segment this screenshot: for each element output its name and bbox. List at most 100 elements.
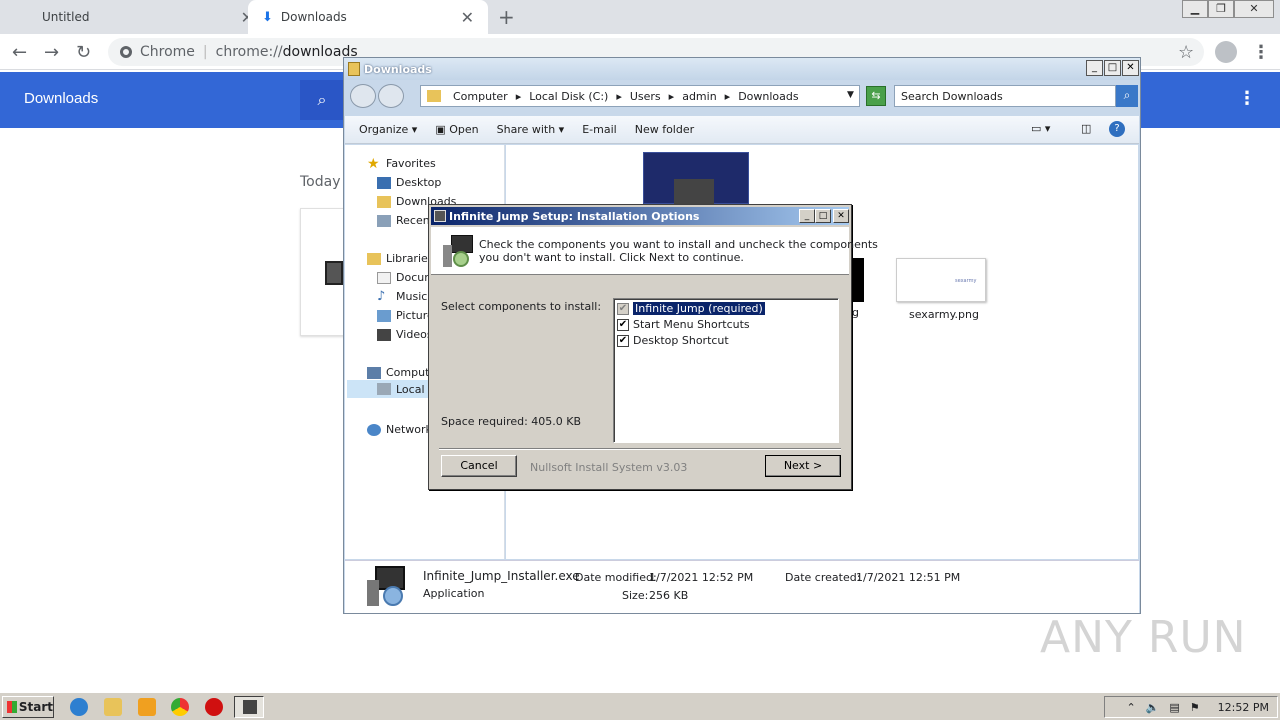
breadcrumb-downloads[interactable]: Downloads bbox=[738, 90, 798, 103]
network-tray-icon[interactable]: ▤ bbox=[1169, 701, 1179, 714]
nav-desktop[interactable]: Desktop bbox=[377, 176, 441, 189]
chevron-right-icon[interactable]: ▸ bbox=[616, 90, 622, 103]
tray-expand-icon[interactable]: ⌃ bbox=[1126, 701, 1135, 714]
address-bar[interactable]: Computer ▸ Local Disk (C:) ▸ Users ▸ adm… bbox=[420, 85, 860, 107]
search-icon[interactable]: ⌕ bbox=[300, 80, 344, 120]
installer-taskbar-button[interactable] bbox=[234, 696, 264, 718]
more-menu-icon[interactable]: ⋮ bbox=[1238, 88, 1256, 109]
checkbox-checked[interactable]: ✔ bbox=[617, 334, 629, 347]
nav-music[interactable]: ♪ Music bbox=[377, 290, 427, 304]
file-name: g bbox=[852, 306, 859, 319]
nav-videos[interactable]: Videos bbox=[377, 328, 433, 341]
close-icon[interactable]: ✕ bbox=[1122, 60, 1139, 76]
opera-icon[interactable] bbox=[205, 698, 223, 716]
refresh-icon[interactable]: ⇆ bbox=[866, 86, 886, 106]
chevron-down-icon[interactable]: ▼ bbox=[847, 90, 854, 100]
maximize-icon[interactable]: □ bbox=[815, 209, 831, 223]
chevron-right-icon[interactable]: ▸ bbox=[725, 90, 731, 103]
breadcrumb-users[interactable]: Users bbox=[630, 90, 661, 103]
component-infinite-jump[interactable]: ✔ Infinite Jump (required) bbox=[617, 302, 765, 315]
next-button[interactable]: Next > bbox=[765, 455, 841, 477]
open-button[interactable]: ▣ Open bbox=[435, 123, 478, 136]
view-options-icon[interactable]: ▭ ▾ bbox=[1031, 122, 1050, 135]
nav-network[interactable]: Network bbox=[367, 423, 432, 436]
computer-icon bbox=[367, 366, 381, 379]
share-with-button[interactable]: Share with ▾ bbox=[497, 123, 565, 136]
network-icon bbox=[367, 423, 381, 436]
checkbox-checked[interactable]: ✔ bbox=[617, 318, 629, 331]
start-button[interactable]: Start bbox=[2, 696, 54, 718]
nav-favorites[interactable]: ★ Favorites bbox=[367, 157, 436, 171]
forward-button[interactable] bbox=[378, 84, 404, 108]
dialog-instructions: Check the components you want to install… bbox=[479, 238, 878, 264]
new-tab-icon[interactable]: + bbox=[498, 5, 515, 29]
videos-icon bbox=[377, 328, 391, 341]
cancel-button[interactable]: Cancel bbox=[441, 455, 517, 477]
search-input[interactable]: Search Downloads bbox=[894, 85, 1116, 107]
space-required-text: Space required: 405.0 KB bbox=[441, 415, 582, 428]
back-icon[interactable]: ← bbox=[12, 42, 27, 63]
breadcrumb-local-disk[interactable]: Local Disk (C:) bbox=[529, 90, 608, 103]
component-start-menu-shortcuts[interactable]: ✔ Start Menu Shortcuts bbox=[617, 318, 750, 331]
help-icon[interactable]: ? bbox=[1109, 121, 1125, 137]
nav-computer[interactable]: Compute bbox=[367, 366, 436, 379]
browser-menu-icon[interactable]: ⋮ bbox=[1252, 42, 1270, 63]
minimize-icon[interactable]: ▁ bbox=[1182, 0, 1208, 18]
bookmark-star-icon[interactable]: ☆ bbox=[1178, 42, 1194, 63]
nav-documents[interactable]: Docum bbox=[377, 271, 435, 284]
file-selected-exe[interactable] bbox=[643, 152, 749, 205]
omnibox-scheme-label: Chrome bbox=[140, 44, 195, 60]
file-thumbnail-sexarmy[interactable]: sexarmy bbox=[896, 258, 986, 302]
volume-icon[interactable]: 🔈 bbox=[1146, 701, 1160, 714]
email-button[interactable]: E-mail bbox=[582, 123, 617, 136]
components-list[interactable]: ✔ Infinite Jump (required) ✔ Start Menu … bbox=[613, 298, 839, 443]
installer-icon bbox=[674, 179, 714, 205]
download-icon: ⬇ bbox=[262, 9, 273, 25]
details-file-name: Infinite_Jump_Installer.exe bbox=[423, 569, 580, 583]
profile-avatar[interactable] bbox=[1215, 41, 1237, 63]
back-button[interactable] bbox=[350, 84, 376, 108]
watermark: ANY RUN bbox=[1040, 612, 1247, 663]
minimize-icon[interactable]: _ bbox=[1086, 60, 1103, 76]
component-desktop-shortcut[interactable]: ✔ Desktop Shortcut bbox=[617, 334, 729, 347]
nav-pictures[interactable]: Picture bbox=[377, 309, 434, 322]
restore-icon[interactable]: ❐ bbox=[1208, 0, 1234, 18]
flag-icon[interactable]: ⚑ bbox=[1190, 701, 1200, 714]
nav-libraries[interactable]: Libraries bbox=[367, 252, 434, 265]
search-icon[interactable]: ⌕ bbox=[1116, 85, 1138, 107]
close-icon[interactable]: ✕ bbox=[833, 209, 849, 223]
chevron-right-icon[interactable]: ▸ bbox=[669, 90, 675, 103]
dialog-titlebar[interactable]: Infinite Jump Setup: Installation Option… bbox=[431, 207, 849, 225]
clock[interactable]: 12:52 PM bbox=[1218, 701, 1269, 714]
close-window-icon[interactable]: ✕ bbox=[1234, 0, 1274, 18]
preview-pane-icon[interactable]: ◫ bbox=[1081, 122, 1091, 135]
breadcrumb-computer[interactable]: Computer bbox=[453, 90, 508, 103]
media-player-icon[interactable] bbox=[138, 698, 156, 716]
dialog-title: Infinite Jump Setup: Installation Option… bbox=[449, 209, 700, 223]
organize-button[interactable]: Organize ▾ bbox=[359, 123, 417, 136]
tab-label: Untitled bbox=[42, 10, 90, 24]
explorer-folder-icon[interactable] bbox=[104, 698, 122, 716]
tab-downloads[interactable]: ⬇ Downloads ✕ bbox=[248, 0, 488, 34]
chrome-icon[interactable] bbox=[171, 698, 189, 716]
installer-icon bbox=[325, 261, 343, 285]
checkbox-disabled-checked: ✔ bbox=[617, 302, 629, 315]
breadcrumb-admin[interactable]: admin bbox=[682, 90, 716, 103]
date-section-heading: Today bbox=[300, 174, 341, 190]
installer-icon bbox=[367, 566, 407, 608]
explorer-titlebar[interactable]: Downloads bbox=[344, 58, 1140, 80]
download-card[interactable] bbox=[300, 208, 348, 336]
open-icon: ▣ bbox=[435, 123, 446, 136]
details-pane: Infinite_Jump_Installer.exe Application … bbox=[345, 560, 1139, 613]
chevron-right-icon[interactable]: ▸ bbox=[516, 90, 522, 103]
new-folder-button[interactable]: New folder bbox=[635, 123, 694, 136]
maximize-icon[interactable]: □ bbox=[1104, 60, 1121, 76]
nav-recent[interactable]: Recen bbox=[377, 214, 430, 227]
tab-untitled[interactable]: Untitled ✕ bbox=[28, 0, 268, 34]
internet-explorer-icon[interactable] bbox=[70, 698, 88, 716]
reload-icon[interactable]: ↻ bbox=[76, 42, 91, 63]
forward-icon[interactable]: → bbox=[44, 42, 59, 63]
tab-strip: Untitled ✕ ⬇ Downloads ✕ + ▁ ❐ ✕ bbox=[0, 0, 1280, 34]
close-tab-icon[interactable]: ✕ bbox=[461, 8, 474, 27]
minimize-icon[interactable]: _ bbox=[799, 209, 815, 223]
